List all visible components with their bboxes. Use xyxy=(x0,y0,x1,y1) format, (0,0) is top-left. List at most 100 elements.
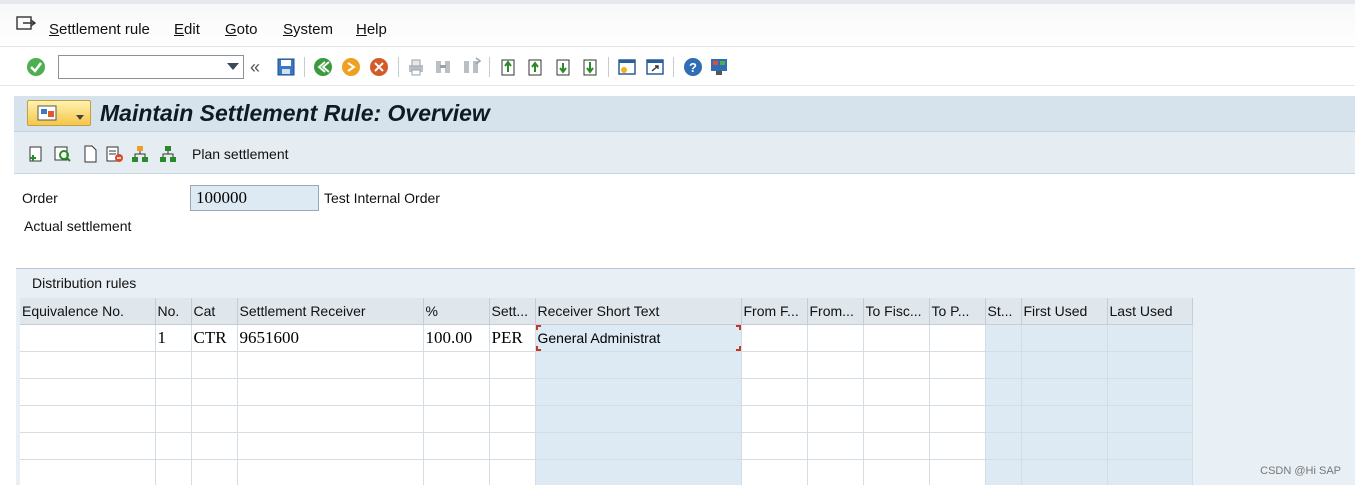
table-cell[interactable] xyxy=(929,459,986,485)
table-cell[interactable] xyxy=(237,459,424,485)
find-icon[interactable] xyxy=(432,56,454,78)
find-next-icon[interactable] xyxy=(460,56,482,78)
table-cell[interactable] xyxy=(191,351,238,379)
table-cell[interactable] xyxy=(929,378,986,406)
column-header-settlement-receiver[interactable]: Settlement Receiver xyxy=(237,298,424,325)
table-cell[interactable] xyxy=(489,459,536,485)
table-cell[interactable] xyxy=(191,405,238,433)
column-header-first-used[interactable]: First Used xyxy=(1021,298,1108,325)
table-cell[interactable] xyxy=(807,351,864,379)
table-cell[interactable] xyxy=(20,324,156,352)
table-cell[interactable]: General Administrat xyxy=(535,324,742,352)
column-header-status[interactable]: St... xyxy=(985,298,1022,325)
table-cell[interactable] xyxy=(807,378,864,406)
first-page-icon[interactable] xyxy=(497,56,519,78)
table-cell[interactable] xyxy=(807,405,864,433)
table-cell[interactable] xyxy=(423,378,490,406)
print-icon[interactable] xyxy=(405,56,427,78)
table-cell[interactable] xyxy=(929,405,986,433)
table-cell[interactable] xyxy=(741,351,808,379)
table-cell[interactable] xyxy=(741,432,808,460)
table-cell[interactable] xyxy=(863,378,930,406)
table-cell[interactable] xyxy=(741,459,808,485)
menu-help[interactable]: Help xyxy=(356,21,387,38)
menu-icon[interactable] xyxy=(16,16,37,32)
table-cell[interactable] xyxy=(20,405,156,433)
table-cell[interactable] xyxy=(489,351,536,379)
table-cell[interactable] xyxy=(155,432,192,460)
table-cell[interactable] xyxy=(237,378,424,406)
command-field[interactable] xyxy=(58,55,244,79)
chevron-down-icon[interactable] xyxy=(227,63,239,70)
table-cell[interactable] xyxy=(863,459,930,485)
structure-icon[interactable] xyxy=(158,144,178,164)
new-session-icon[interactable] xyxy=(616,56,638,78)
table-cell[interactable] xyxy=(863,351,930,379)
column-header-percent[interactable]: % xyxy=(423,298,490,325)
table-cell[interactable]: CTR xyxy=(191,324,238,352)
table-cell[interactable] xyxy=(155,378,192,406)
last-page-icon[interactable] xyxy=(579,56,601,78)
table-cell[interactable] xyxy=(20,459,156,485)
table-cell[interactable]: 9651600 xyxy=(237,324,424,352)
next-page-icon[interactable] xyxy=(552,56,574,78)
table-cell[interactable] xyxy=(423,351,490,379)
enter-icon[interactable] xyxy=(25,56,47,78)
menu-settlement-rule[interactable]: Settlement rule xyxy=(49,21,150,38)
table-cell[interactable] xyxy=(807,324,864,352)
table-cell[interactable] xyxy=(863,405,930,433)
table-cell[interactable] xyxy=(863,432,930,460)
plan-settlement-button[interactable]: Plan settlement xyxy=(192,146,289,162)
table-cell[interactable] xyxy=(489,405,536,433)
menu-edit[interactable]: Edit xyxy=(174,21,200,38)
back-icon[interactable] xyxy=(312,56,334,78)
table-cell[interactable] xyxy=(155,459,192,485)
table-cell[interactable] xyxy=(423,432,490,460)
column-header-last-used[interactable]: Last Used xyxy=(1107,298,1193,325)
table-cell[interactable] xyxy=(929,351,986,379)
table-cell[interactable] xyxy=(489,378,536,406)
cancel-icon[interactable] xyxy=(368,56,390,78)
table-cell[interactable] xyxy=(741,324,808,352)
table-cell[interactable]: 1 xyxy=(155,324,192,352)
customize-layout-icon[interactable] xyxy=(708,56,730,78)
table-cell[interactable] xyxy=(191,378,238,406)
delete-row-icon[interactable] xyxy=(104,144,124,164)
table-cell[interactable]: PER xyxy=(489,324,536,352)
table-cell[interactable] xyxy=(741,405,808,433)
hierarchy-icon[interactable] xyxy=(130,144,150,164)
menu-goto[interactable]: Goto xyxy=(225,21,258,38)
help-icon[interactable]: ? xyxy=(682,56,704,78)
menu-system[interactable]: System xyxy=(283,21,333,38)
table-cell[interactable] xyxy=(863,324,930,352)
column-header-no[interactable]: No. xyxy=(155,298,192,325)
table-cell[interactable] xyxy=(20,432,156,460)
table-cell[interactable] xyxy=(20,351,156,379)
table-cell[interactable] xyxy=(191,432,238,460)
table-cell[interactable] xyxy=(237,432,424,460)
table-cell[interactable] xyxy=(191,459,238,485)
table-cell[interactable] xyxy=(423,459,490,485)
table-cell[interactable] xyxy=(423,405,490,433)
previous-page-icon[interactable] xyxy=(524,56,546,78)
column-header-cat[interactable]: Cat xyxy=(191,298,238,325)
document-icon[interactable] xyxy=(80,144,100,164)
table-cell[interactable] xyxy=(929,432,986,460)
exit-icon[interactable] xyxy=(340,56,362,78)
table-cell[interactable] xyxy=(155,351,192,379)
shortcut-icon[interactable] xyxy=(644,56,666,78)
detail-icon[interactable] xyxy=(52,144,72,164)
table-cell[interactable]: 100.00 xyxy=(423,324,490,352)
table-cell[interactable] xyxy=(807,432,864,460)
save-icon[interactable] xyxy=(275,56,297,78)
column-header-equivalence-no[interactable]: Equivalence No. xyxy=(20,298,156,325)
column-header-to-fiscal-year[interactable]: To Fisc... xyxy=(863,298,930,325)
table-cell[interactable] xyxy=(237,351,424,379)
table-cell[interactable] xyxy=(237,405,424,433)
back-double-icon[interactable]: « xyxy=(250,57,260,78)
table-cell[interactable] xyxy=(807,459,864,485)
table-cell[interactable] xyxy=(155,405,192,433)
column-header-from-period[interactable]: From... xyxy=(807,298,864,325)
table-cell[interactable] xyxy=(20,378,156,406)
column-header-receiver-short-text[interactable]: Receiver Short Text xyxy=(535,298,742,325)
